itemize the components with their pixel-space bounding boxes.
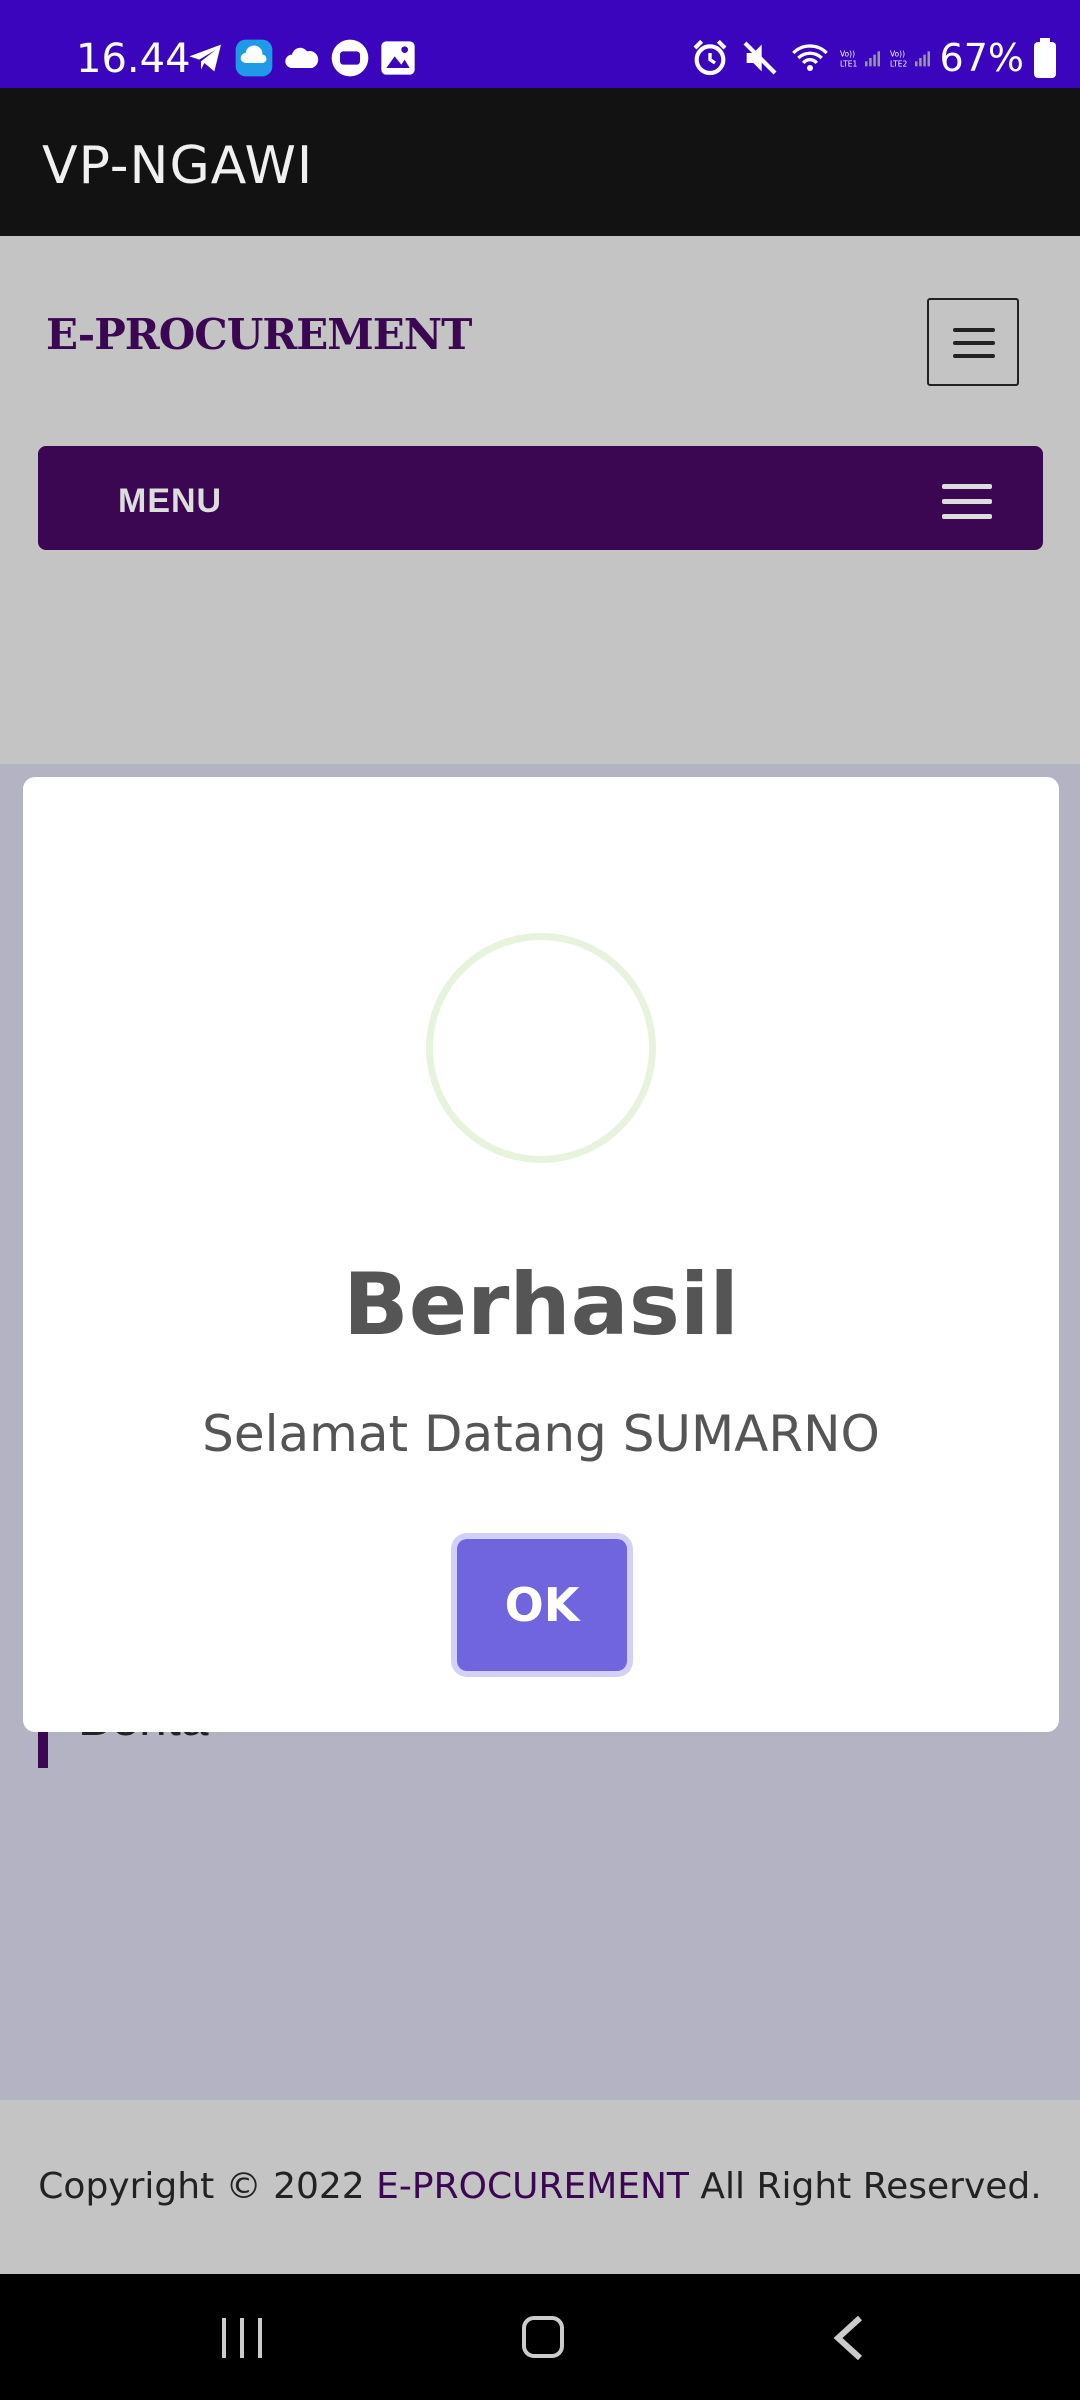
footer-brand-link[interactable]: E-PROCUREMENT [376,2166,689,2207]
wifi-icon [791,44,828,71]
hamburger-icon [953,328,995,332]
mute-icon [743,41,777,75]
svg-text:Vo)): Vo)) [890,49,905,58]
battery-percent: 67% [939,36,1024,80]
notification-icons [186,38,418,78]
recents-button[interactable] [222,2318,266,2358]
menu-label: MENU [118,482,223,520]
site-logo[interactable]: E-PROCUREMENT [46,310,472,359]
system-nav-bar [0,2274,1080,2400]
svg-text:LTE1: LTE1 [840,59,857,68]
system-icons: Vo)) LTE1 Vo)) LTE2 67% [690,36,1056,80]
battery-icon [1034,38,1056,78]
gallery-icon [381,41,415,75]
status-time: 16.44 [76,36,191,82]
dialog-title: Berhasil [343,1255,739,1355]
success-icon [426,933,656,1163]
cloud-upload-icon [235,39,273,77]
svg-text:Vo)): Vo)) [840,49,855,58]
ok-button[interactable]: OK [457,1539,627,1671]
home-button[interactable] [522,2316,564,2358]
app-bar: VP-NGAWI [0,88,1080,236]
telegram-icon [189,44,221,72]
back-button[interactable] [830,2314,870,2362]
status-bar: 16.44 Vo)) LTE1 Vo)) LTE2 67% [0,0,1080,88]
chat-icon [331,39,369,77]
copyright-text: Copyright © 2022 E-PROCUREMENT All Right… [0,2166,1080,2207]
copyright-suffix: All Right Reserved. [688,2166,1042,2207]
alarm-icon [693,39,727,76]
copyright-prefix: Copyright © 2022 [38,2166,377,2207]
navbar-toggle-button[interactable] [927,298,1019,386]
dialog-message: Selamat Datang SUMARNO [202,1405,880,1463]
signal-lte2-icon: Vo))LTE2 [890,49,930,68]
footer: Copyright © 2022 E-PROCUREMENT All Right… [0,2100,1080,2274]
menu-bar[interactable]: MENU [38,446,1043,550]
signal-lte1-icon: Vo))LTE1 [840,49,880,68]
site-header: E-PROCUREMENT MENU [0,236,1080,764]
success-dialog: Berhasil Selamat Datang SUMARNO OK [23,777,1059,1732]
app-title: VP-NGAWI [42,136,314,196]
menu-icon [942,484,992,520]
weather-icon [285,47,319,68]
svg-text:LTE2: LTE2 [890,59,907,68]
